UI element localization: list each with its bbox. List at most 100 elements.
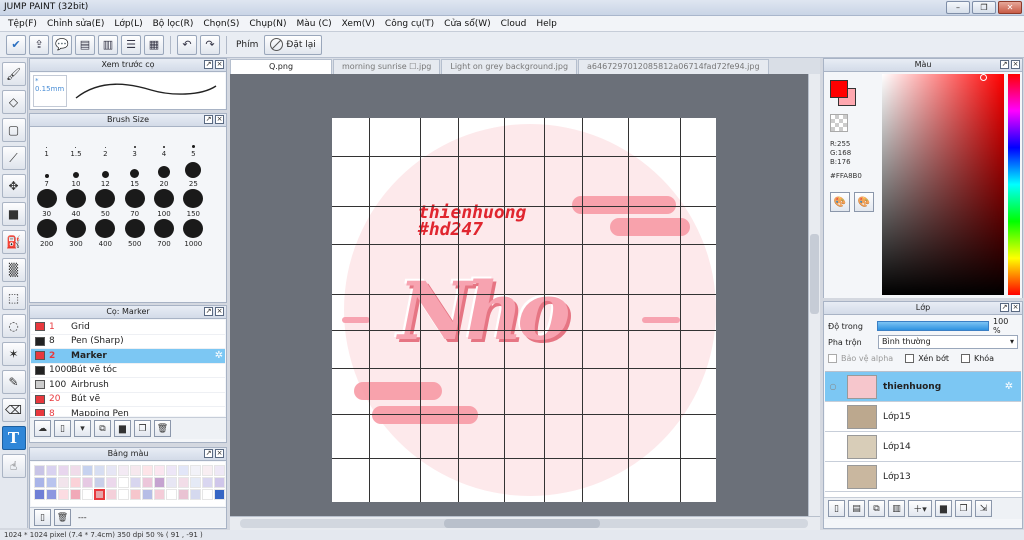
- brush-list-item[interactable]: 20 Bút vẽ: [31, 393, 225, 407]
- menu-color[interactable]: Màu (C): [292, 19, 337, 29]
- palette-swatch[interactable]: [94, 477, 105, 488]
- merge-icon[interactable]: ⇲: [975, 500, 992, 517]
- palette-swatch[interactable]: [178, 489, 189, 500]
- scroll-thumb[interactable]: [810, 234, 819, 314]
- palette-settings-icon[interactable]: 🎨: [854, 192, 874, 212]
- brush-size-option[interactable]: 1.5: [61, 129, 90, 159]
- canvas-workarea[interactable]: Nho thienhuong #hd247: [230, 74, 820, 530]
- menu-cloud[interactable]: Cloud: [496, 19, 532, 29]
- palette-swatch[interactable]: [214, 489, 225, 500]
- palette-swatch[interactable]: [130, 477, 141, 488]
- brush-size-option[interactable]: 500: [120, 219, 149, 249]
- palette-swatch[interactable]: [190, 477, 201, 488]
- saturation-value-picker[interactable]: [882, 74, 1004, 295]
- brush-size-option[interactable]: 15: [120, 159, 149, 189]
- select-eraser-tool-icon[interactable]: ⌫: [1, 398, 26, 422]
- cloud-download-icon[interactable]: ☁: [34, 420, 51, 437]
- palette-swatch[interactable]: [142, 477, 153, 488]
- brush-size-option[interactable]: 1000: [179, 219, 208, 249]
- palette-swatch[interactable]: [34, 477, 45, 488]
- transparent-swatch[interactable]: [830, 114, 848, 132]
- check-icon[interactable]: ✔: [6, 34, 26, 55]
- palette-swatch[interactable]: [166, 477, 177, 488]
- palette-swatch[interactable]: [154, 477, 165, 488]
- float-icon[interactable]: ↗: [204, 307, 213, 316]
- palette-swatch[interactable]: [34, 489, 45, 500]
- palette-swatch[interactable]: [94, 489, 105, 500]
- float-icon[interactable]: ↗: [204, 115, 213, 124]
- list-icon[interactable]: ☰: [121, 34, 141, 55]
- picker-cursor[interactable]: [980, 74, 987, 81]
- palette-swatch[interactable]: [118, 489, 129, 500]
- menu-help[interactable]: Help: [531, 19, 562, 29]
- brush-size-option[interactable]: 2: [91, 129, 120, 159]
- duplicate-icon[interactable]: ❐: [955, 500, 972, 517]
- tab-light-on-grey[interactable]: Light on grey background.jpg: [441, 59, 578, 74]
- clip-checkbox[interactable]: [905, 353, 915, 363]
- close-panel-icon[interactable]: ×: [215, 60, 224, 69]
- layer-item[interactable]: Lớp15: [825, 402, 1021, 432]
- artwork-canvas[interactable]: Nho thienhuong #hd247: [332, 118, 716, 502]
- palette-icon[interactable]: 🎨: [830, 192, 850, 212]
- brush-list-item[interactable]: 2 Marker ✲: [31, 349, 225, 364]
- brush-size-option[interactable]: 70: [120, 189, 149, 219]
- brush-size-option[interactable]: 1: [32, 129, 61, 159]
- blend-mode-select[interactable]: Bình thường: [878, 335, 1018, 349]
- layer-item[interactable]: ○ thienhuong ✲: [825, 372, 1021, 402]
- hue-slider[interactable]: [1008, 74, 1020, 295]
- new-layer-settings-icon[interactable]: ▤: [848, 500, 865, 517]
- palette-swatch[interactable]: [214, 465, 225, 476]
- eraser-tool-icon[interactable]: ◇: [1, 90, 26, 114]
- vertical-scrollbar[interactable]: [808, 74, 820, 516]
- float-icon[interactable]: ↗: [204, 60, 213, 69]
- brush-size-option[interactable]: 700: [149, 219, 178, 249]
- new-brush-icon[interactable]: ▯: [54, 420, 71, 437]
- palette-swatch[interactable]: [202, 477, 213, 488]
- palette-swatch[interactable]: [106, 465, 117, 476]
- undo-icon[interactable]: ↶: [177, 34, 197, 55]
- brush-size-option[interactable]: 30: [32, 189, 61, 219]
- brush-size-option[interactable]: 5: [179, 129, 208, 159]
- palette-swatch[interactable]: [178, 465, 189, 476]
- palette-swatch[interactable]: [70, 489, 81, 500]
- tab-q-png[interactable]: Q.png: [230, 59, 332, 74]
- palette-swatch[interactable]: [178, 477, 189, 488]
- fill-rect-tool-icon[interactable]: ■: [1, 202, 26, 226]
- layer-item[interactable]: Lớp14: [825, 432, 1021, 462]
- tab-morning-sunrise[interactable]: morning sunrise ☐.jpg: [333, 59, 441, 74]
- palette-swatch[interactable]: [46, 477, 57, 488]
- brush-list-item[interactable]: 1 Grid: [31, 320, 225, 335]
- copy-brush-icon[interactable]: ⧉: [94, 420, 111, 437]
- copy-layer-icon[interactable]: ⧉: [868, 500, 885, 517]
- brush-size-option[interactable]: 50: [91, 189, 120, 219]
- protect-alpha-checkbox[interactable]: [828, 353, 837, 363]
- text-layer-icon[interactable]: ▥: [888, 500, 905, 517]
- menu-view[interactable]: Xem(V): [337, 19, 380, 29]
- palette-swatch[interactable]: [166, 465, 177, 476]
- palette-swatch[interactable]: [106, 489, 117, 500]
- palette-swatch[interactable]: [46, 465, 57, 476]
- lasso-tool-icon[interactable]: ◌: [1, 314, 26, 338]
- palette-swatch[interactable]: [58, 477, 69, 488]
- brush-list-item[interactable]: 8 Pen (Sharp): [31, 335, 225, 349]
- brush-size-option[interactable]: 100: [149, 189, 178, 219]
- lock-checkbox[interactable]: [960, 353, 970, 363]
- palette-swatch[interactable]: [202, 465, 213, 476]
- foreground-color-swatch[interactable]: [830, 80, 848, 98]
- menu-tools[interactable]: Công cụ(T): [380, 19, 439, 29]
- float-icon[interactable]: ↗: [1000, 60, 1009, 69]
- palette-swatch[interactable]: [190, 489, 201, 500]
- menu-window[interactable]: Cửa sổ(W): [439, 19, 495, 29]
- brush-size-option[interactable]: 3: [120, 129, 149, 159]
- brush-size-option[interactable]: 150: [179, 189, 208, 219]
- tab-a6467297[interactable]: a6467297012085812a06714fad72fe94.jpg: [578, 59, 769, 74]
- trash-icon[interactable]: 🗑: [54, 509, 71, 526]
- select-pen-tool-icon[interactable]: ✎: [1, 370, 26, 394]
- brush-size-option[interactable]: 10: [61, 159, 90, 189]
- palette-swatch[interactable]: [34, 465, 45, 476]
- line-tool-icon[interactable]: ⟋: [1, 146, 26, 170]
- speech-bubble-icon[interactable]: 💬: [52, 34, 72, 55]
- palette-swatch[interactable]: [70, 477, 81, 488]
- palette-swatch[interactable]: [82, 477, 93, 488]
- palette-swatch[interactable]: [46, 489, 57, 500]
